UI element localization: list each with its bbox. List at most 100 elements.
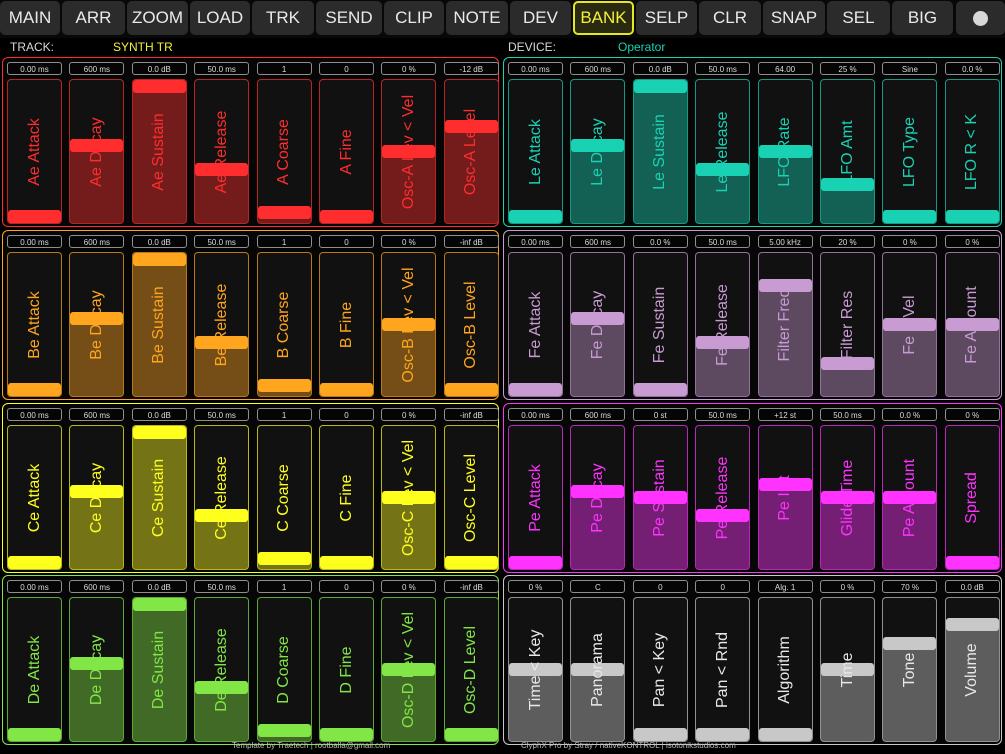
fader-handle[interactable] (8, 556, 61, 569)
fader-fe-amount[interactable]: Fe Amount (944, 252, 1000, 397)
fader-handle[interactable] (758, 728, 812, 741)
fader-handle[interactable] (444, 383, 498, 396)
fader-osc-c-lev-vel[interactable]: Osc-C Lev < Vel (381, 425, 437, 570)
fader-handle[interactable] (132, 253, 186, 266)
fader-handle[interactable] (257, 379, 311, 393)
tab-trk[interactable]: TRK (252, 1, 314, 35)
fader-pan-key[interactable]: Pan < Key (632, 597, 688, 742)
tab-note[interactable]: NOTE (446, 1, 508, 35)
fader-ae-attack[interactable]: Ae Attack (7, 79, 62, 224)
fader-handle[interactable] (257, 552, 311, 566)
fader-le-attack[interactable]: Le Attack (508, 79, 563, 224)
fader-lfo-r-k[interactable]: LFO R < K (944, 79, 1000, 224)
fader-be-sustain[interactable]: Be Sustain (131, 252, 187, 397)
fader-handle[interactable] (320, 728, 373, 741)
tab-zoom[interactable]: ZOOM (127, 1, 188, 35)
fader-handle[interactable] (8, 210, 61, 223)
tab-load[interactable]: LOAD (190, 1, 250, 35)
fader-fe-vel[interactable]: Fe < Vel (882, 252, 938, 397)
tab-snap[interactable]: SNAP (763, 1, 825, 35)
fader-handle[interactable] (257, 206, 311, 220)
fader-lfo-amt[interactable]: LFO Amt (820, 79, 875, 224)
fader-handle[interactable] (633, 728, 687, 741)
fader-handle[interactable] (8, 728, 61, 741)
fader-le-decay[interactable]: Le Decay (570, 79, 626, 224)
fader-handle[interactable] (696, 728, 750, 741)
fader-osc-d-level[interactable]: Osc-D Level (443, 597, 499, 742)
fader-lfo-type[interactable]: LFO Type (882, 79, 938, 224)
fader-ce-decay[interactable]: Ce Decay (69, 425, 125, 570)
fader-filter-res[interactable]: Filter Res (820, 252, 875, 397)
fader-pe-release[interactable]: Pe Release (695, 425, 751, 570)
fader-handle[interactable] (883, 210, 937, 223)
fader-pe-sustain[interactable]: Pe Sustain (632, 425, 688, 570)
fader-b-fine[interactable]: B Fine (319, 252, 374, 397)
fader-le-release[interactable]: Le Release (695, 79, 751, 224)
tab-arr[interactable]: ARR (62, 1, 125, 35)
fader-time-key[interactable]: Time < Key (508, 597, 563, 742)
fader-handle[interactable] (444, 556, 498, 569)
fader-fe-attack[interactable]: Fe Attack (508, 252, 563, 397)
fader-handle[interactable] (320, 383, 373, 396)
tab-dev[interactable]: DEV (510, 1, 571, 35)
fader-osc-c-level[interactable]: Osc-C Level (443, 425, 499, 570)
fader-a-coarse[interactable]: A Coarse (256, 79, 312, 224)
fader-volume[interactable]: Volume (944, 597, 1000, 742)
tab-bank[interactable]: BANK (573, 1, 634, 35)
fader-handle[interactable] (945, 617, 999, 631)
fader-osc-a-lev-vel[interactable]: Osc-A Lev < Vel (381, 79, 437, 224)
fader-pan-rnd[interactable]: Pan < Rnd (695, 597, 751, 742)
fader-pe-decay[interactable]: Pe Decay (570, 425, 626, 570)
tab-selp[interactable]: SELP (636, 1, 697, 35)
fader-pe-amount[interactable]: Pe Amount (882, 425, 938, 570)
fader-algorithm[interactable]: Algorithm (757, 597, 813, 742)
fader-d-coarse[interactable]: D Coarse (256, 597, 312, 742)
fader-ce-attack[interactable]: Ce Attack (7, 425, 62, 570)
fader-fe-decay[interactable]: Fe Decay (570, 252, 626, 397)
fader-handle[interactable] (132, 426, 186, 439)
fader-handle[interactable] (633, 80, 687, 93)
menu-dot-button[interactable] (956, 1, 1005, 35)
tab-clip[interactable]: CLIP (384, 1, 444, 35)
fader-a-fine[interactable]: A Fine (319, 79, 374, 224)
fader-de-sustain[interactable]: De Sustain (131, 597, 187, 742)
fader-lfo-rate[interactable]: LFO Rate (757, 79, 813, 224)
fader-handle[interactable] (509, 556, 562, 569)
fader-b-coarse[interactable]: B Coarse (256, 252, 312, 397)
fader-spread[interactable]: Spread (944, 425, 1000, 570)
fader-osc-b-lev-vel[interactable]: Osc-B Lev < Vel (381, 252, 437, 397)
fader-be-decay[interactable]: Be Decay (69, 252, 125, 397)
fader-pe-init[interactable]: Pe Init (757, 425, 813, 570)
fader-ae-decay[interactable]: Ae Decay (69, 79, 125, 224)
fader-fe-sustain[interactable]: Fe Sustain (632, 252, 688, 397)
fader-time[interactable]: Time (820, 597, 875, 742)
fader-handle[interactable] (509, 210, 562, 223)
fader-osc-a-level[interactable]: Osc-A Level (443, 79, 499, 224)
fader-handle[interactable] (320, 210, 373, 223)
fader-osc-d-lev-vel[interactable]: Osc-D Lev < Vel (381, 597, 437, 742)
fader-be-release[interactable]: Be Release (194, 252, 250, 397)
fader-handle[interactable] (633, 383, 687, 396)
fader-handle[interactable] (257, 724, 311, 738)
fader-c-fine[interactable]: C Fine (319, 425, 374, 570)
fader-ae-sustain[interactable]: Ae Sustain (131, 79, 187, 224)
fader-pe-attack[interactable]: Pe Attack (508, 425, 563, 570)
tab-main[interactable]: MAIN (0, 1, 60, 35)
fader-handle[interactable] (883, 637, 937, 650)
fader-osc-b-level[interactable]: Osc-B Level (443, 252, 499, 397)
fader-panorama[interactable]: Panorama (570, 597, 626, 742)
fader-handle[interactable] (320, 556, 373, 569)
fader-handle[interactable] (132, 80, 186, 93)
tab-send[interactable]: SEND (316, 1, 382, 35)
fader-le-sustain[interactable]: Le Sustain (632, 79, 688, 224)
tab-sel[interactable]: SEL (827, 1, 890, 35)
fader-glide-time[interactable]: Glide Time (820, 425, 875, 570)
fader-fe-release[interactable]: Fe Release (695, 252, 751, 397)
fader-c-coarse[interactable]: C Coarse (256, 425, 312, 570)
tab-clr[interactable]: CLR (699, 1, 761, 35)
fader-be-attack[interactable]: Be Attack (7, 252, 62, 397)
fader-handle[interactable] (509, 383, 562, 396)
fader-filter-freq[interactable]: Filter Freq (757, 252, 813, 397)
fader-tone[interactable]: Tone (882, 597, 938, 742)
fader-handle[interactable] (132, 598, 186, 611)
